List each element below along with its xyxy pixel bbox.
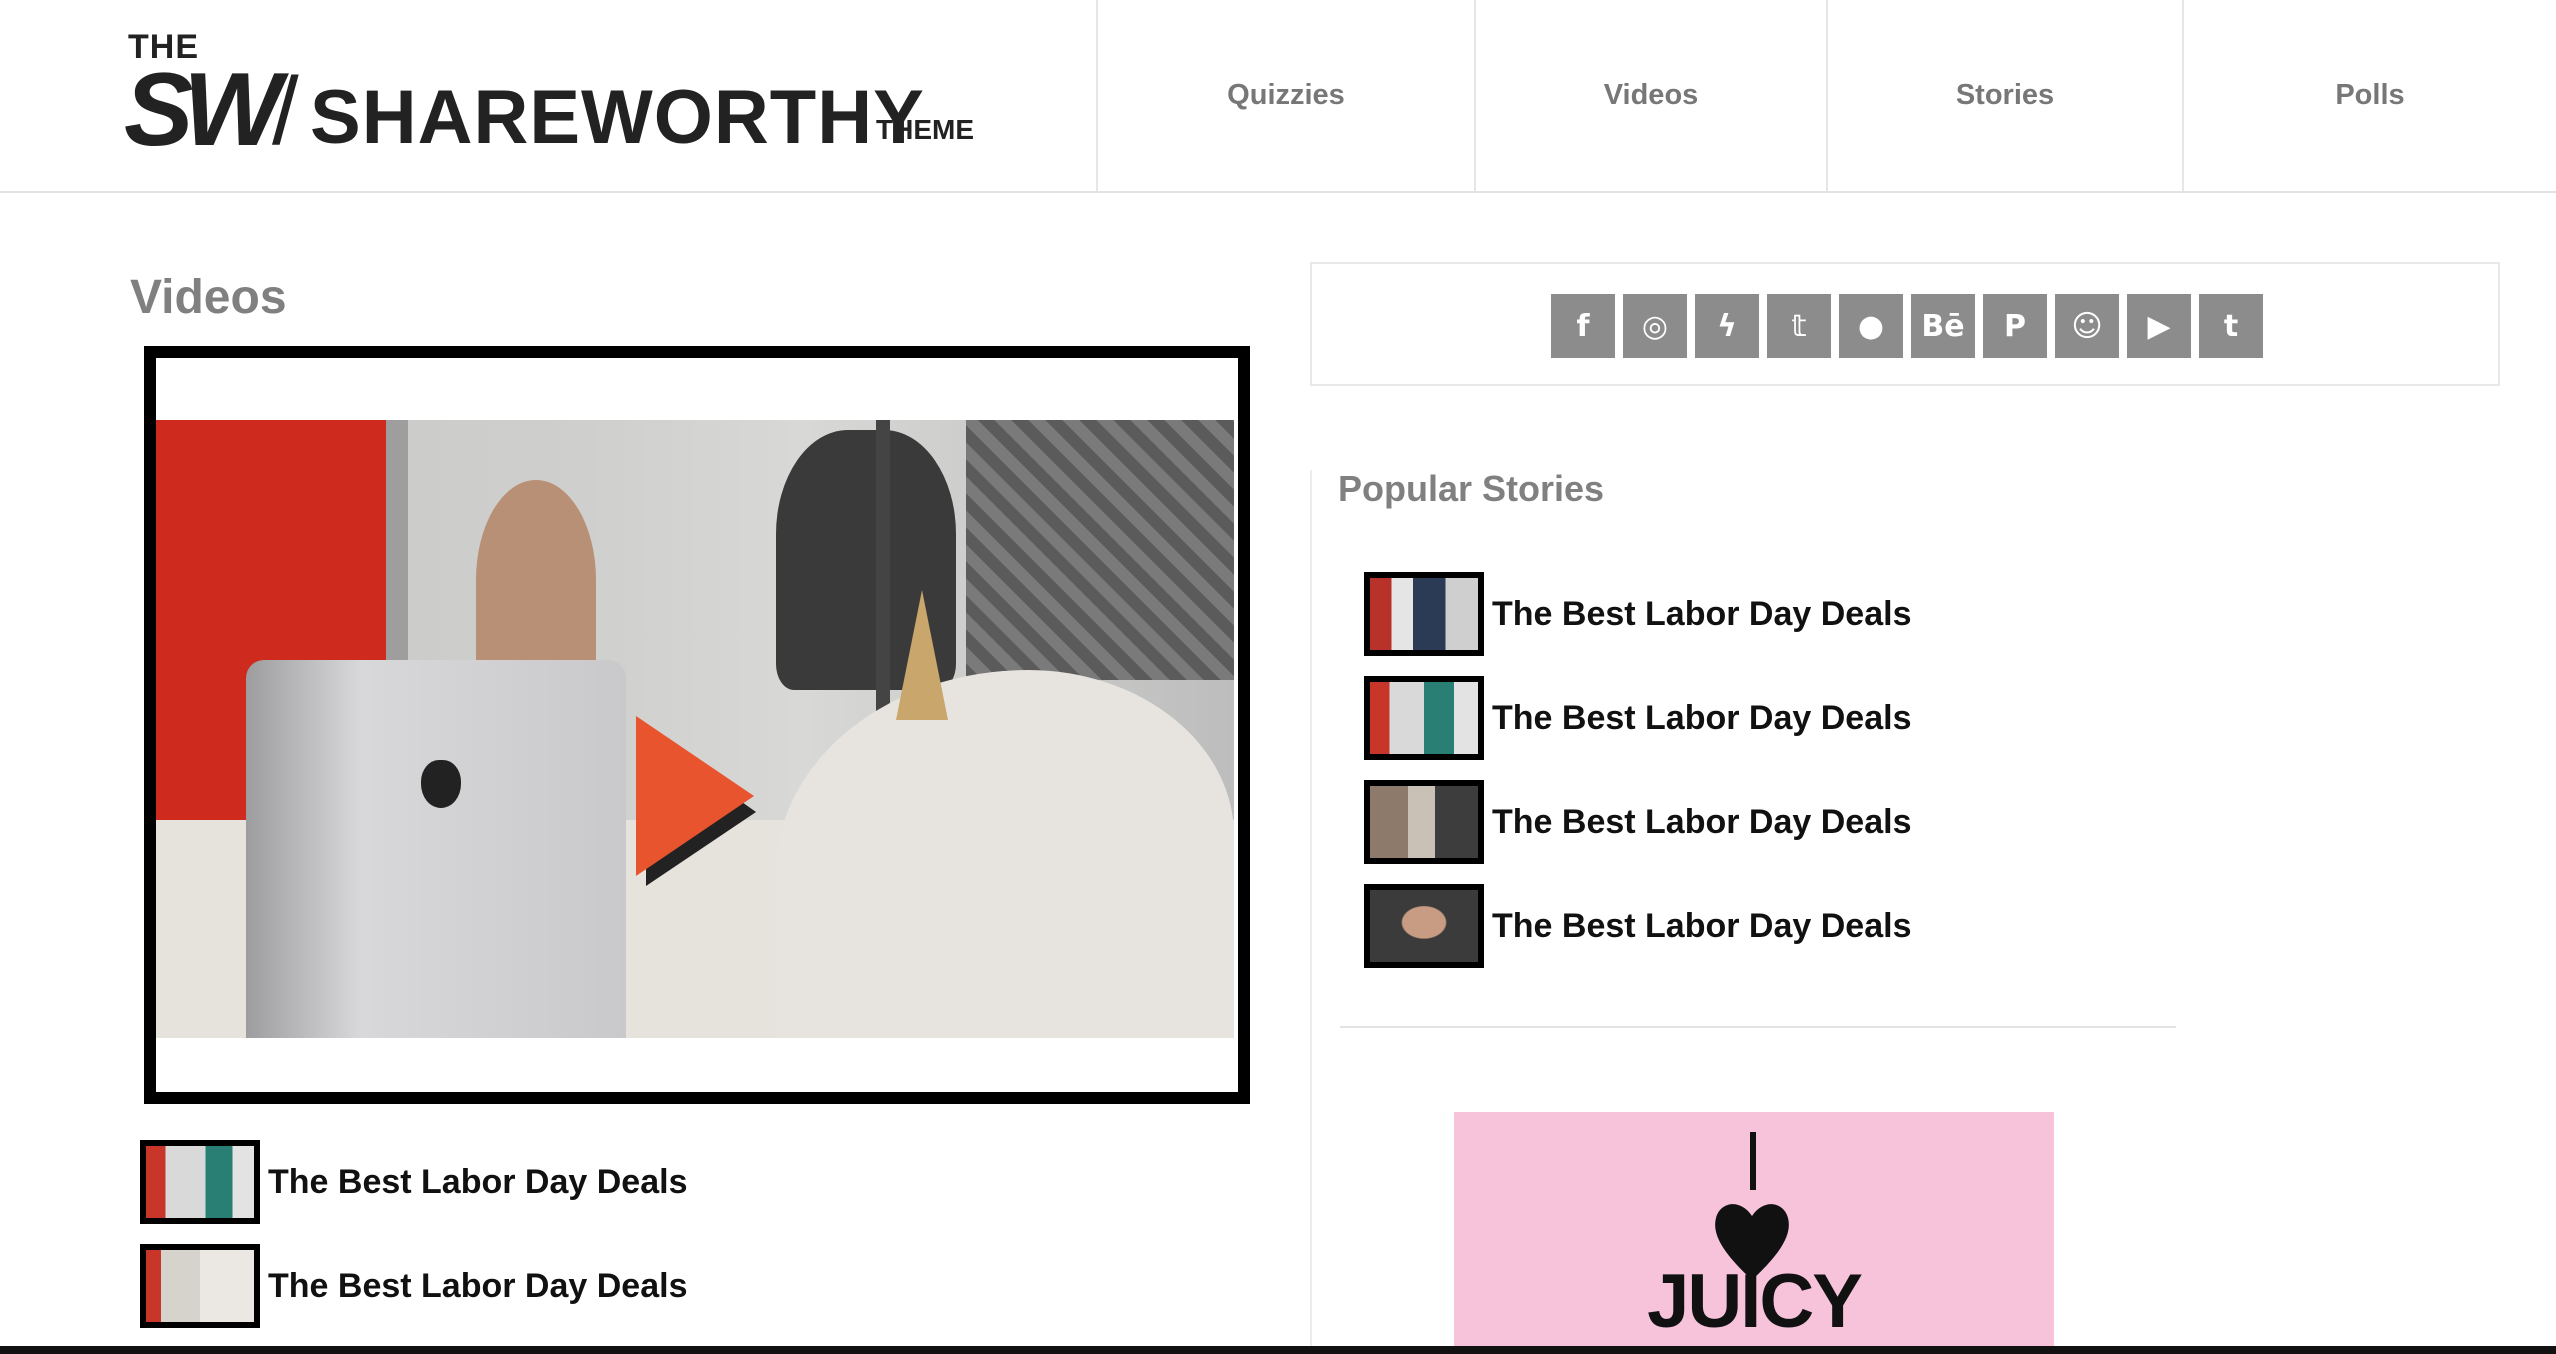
story-thumbnail[interactable] xyxy=(1364,884,1484,968)
story-title[interactable]: The Best Labor Day Deals xyxy=(268,1163,687,1202)
story-thumbnail[interactable] xyxy=(140,1244,260,1328)
snapchat-icon[interactable]: ☺ xyxy=(2055,294,2119,358)
social-icons: f ◎ ϟ 𝕥 ● Bē P ☺ ▶ t xyxy=(1551,294,2263,358)
list-item[interactable]: The Best Labor Day Deals xyxy=(140,1130,687,1234)
nav-item-stories[interactable]: Stories xyxy=(1826,0,2182,191)
bottom-bar xyxy=(0,1346,2556,1354)
twitter-icon[interactable]: 𝕥 xyxy=(1767,294,1831,358)
site-logo[interactable]: THE SW / SHAREWORTHY THEME xyxy=(124,28,984,165)
list-item[interactable]: The Best Labor Day Deals xyxy=(140,1234,687,1338)
related-videos-list: The Best Labor Day Deals The Best Labor … xyxy=(140,1130,687,1338)
list-item[interactable]: The Best Labor Day Deals xyxy=(1364,770,1911,874)
story-title[interactable]: The Best Labor Day Deals xyxy=(268,1267,687,1306)
story-thumbnail[interactable] xyxy=(140,1140,260,1224)
sidebar-divider xyxy=(1310,470,1312,1354)
tumblr-icon[interactable]: t xyxy=(2199,294,2263,358)
list-item[interactable]: The Best Labor Day Deals xyxy=(1364,666,1911,770)
list-item[interactable]: The Best Labor Day Deals xyxy=(1364,874,1911,978)
sidebar-divider-line xyxy=(1340,1026,2176,1028)
story-title[interactable]: The Best Labor Day Deals xyxy=(1492,595,1911,634)
deviantart-icon[interactable]: ϟ xyxy=(1695,294,1759,358)
pinterest-icon[interactable]: P xyxy=(1983,294,2047,358)
github-icon[interactable]: ● xyxy=(1839,294,1903,358)
popular-stories-title: Popular Stories xyxy=(1338,468,1605,509)
ad-letter-i xyxy=(1750,1132,1756,1190)
story-title[interactable]: The Best Labor Day Deals xyxy=(1492,803,1911,842)
apple-logo-icon xyxy=(421,760,461,808)
logo-slash: / xyxy=(272,58,299,165)
logo-theme: THEME xyxy=(876,114,974,145)
site-header: THE SW / SHAREWORTHY THEME Quizzies Vide… xyxy=(0,0,2556,193)
list-item[interactable]: The Best Labor Day Deals xyxy=(1364,562,1911,666)
logo-sw: SW xyxy=(124,52,281,168)
advertisement-banner[interactable]: JUICY xyxy=(1454,1112,2054,1354)
nav-item-videos[interactable]: Videos xyxy=(1474,0,1826,191)
nav-item-polls[interactable]: Polls xyxy=(2182,0,2556,191)
story-thumbnail[interactable] xyxy=(1364,572,1484,656)
logo-name: SHAREWORTHY xyxy=(310,75,925,160)
story-title[interactable]: The Best Labor Day Deals xyxy=(1492,699,1911,738)
instagram-icon[interactable]: ◎ xyxy=(1623,294,1687,358)
youtube-icon[interactable]: ▶ xyxy=(2127,294,2191,358)
video-thumbnail[interactable] xyxy=(156,420,1234,1038)
story-thumbnail[interactable] xyxy=(1364,780,1484,864)
story-thumbnail[interactable] xyxy=(1364,676,1484,760)
facebook-icon[interactable]: f xyxy=(1551,294,1615,358)
story-title[interactable]: The Best Labor Day Deals xyxy=(1492,907,1911,946)
ad-text: JUICY xyxy=(1647,1259,1863,1344)
play-icon[interactable] xyxy=(636,716,756,886)
behance-icon[interactable]: Bē xyxy=(1911,294,1975,358)
video-player[interactable] xyxy=(156,358,1238,1092)
featured-video[interactable] xyxy=(144,346,1250,1104)
social-links-box: f ◎ ϟ 𝕥 ● Bē P ☺ ▶ t xyxy=(1310,262,2500,386)
popular-stories-list: The Best Labor Day Deals The Best Labor … xyxy=(1364,562,1911,978)
section-title: Videos xyxy=(130,271,287,324)
main-nav: Quizzies Videos Stories Polls xyxy=(1096,0,2556,191)
nav-item-quizzies[interactable]: Quizzies xyxy=(1096,0,1474,191)
